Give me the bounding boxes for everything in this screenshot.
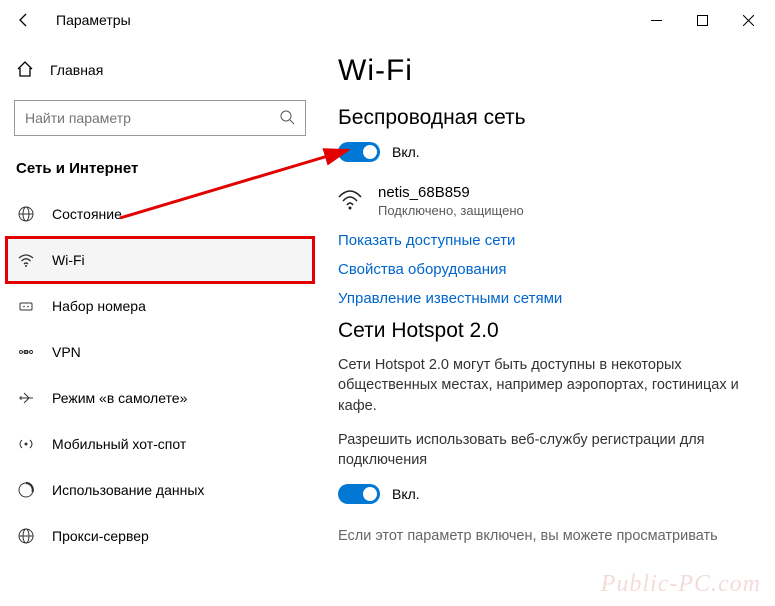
nav-label: Прокси-сервер (52, 528, 149, 544)
hotspot-description: Сети Hotspot 2.0 могут быть доступны в н… (338, 355, 755, 416)
datausage-icon (16, 481, 36, 499)
permit-label: Разрешить использовать веб-службу регист… (338, 430, 755, 471)
proxy-icon (16, 527, 36, 545)
network-name: netis_68B859 (378, 184, 524, 201)
minimize-button[interactable] (633, 1, 679, 39)
section-title: Сеть и Интернет (6, 154, 314, 191)
nav-label: Режим «в самолете» (52, 390, 187, 406)
vpn-icon (16, 343, 36, 361)
hotspot-toggle[interactable] (338, 484, 380, 504)
search-input[interactable] (25, 110, 279, 126)
nav-label: Мобильный хот-спот (52, 436, 186, 452)
watermark: Public-PC.com (601, 571, 761, 598)
maximize-button[interactable] (679, 1, 725, 39)
home-icon (16, 60, 34, 81)
nav-label: Использование данных (52, 482, 204, 498)
sidebar: Главная Сеть и Интернет Состояние Wi-Fi … (0, 40, 320, 606)
back-button[interactable] (4, 0, 44, 40)
close-button[interactable] (725, 1, 771, 39)
hotspot-subheading: Сети Hotspot 2.0 (338, 319, 755, 343)
link-show-networks[interactable]: Показать доступные сети (338, 232, 755, 249)
window-title: Параметры (56, 12, 131, 28)
hotspot-toggle-label: Вкл. (392, 486, 420, 502)
nav-vpn[interactable]: VPN (6, 329, 314, 375)
airplane-icon (16, 389, 36, 407)
nav-proxy[interactable]: Прокси-сервер (6, 513, 314, 559)
content-pane: Wi-Fi Беспроводная сеть Вкл. netis_68B85… (320, 40, 775, 606)
link-hardware-props[interactable]: Свойства оборудования (338, 261, 755, 278)
dialup-icon (16, 297, 36, 315)
nav-label: VPN (52, 344, 81, 360)
nav-airplane[interactable]: Режим «в самолете» (6, 375, 314, 421)
wifi-toggle[interactable] (338, 142, 380, 162)
wireless-subheading: Беспроводная сеть (338, 106, 755, 130)
tail-text: Если этот параметр включен, вы можете пр… (338, 526, 755, 546)
wifi-signal-icon (338, 188, 364, 215)
current-network[interactable]: netis_68B859 Подключено, защищено (338, 184, 755, 218)
nav-label: Набор номера (52, 298, 146, 314)
hotspot-icon (16, 435, 36, 453)
search-icon (279, 109, 295, 128)
nav-dialup[interactable]: Набор номера (6, 283, 314, 329)
nav-status[interactable]: Состояние (6, 191, 314, 237)
network-status: Подключено, защищено (378, 203, 524, 218)
home-nav[interactable]: Главная (6, 50, 314, 90)
search-box[interactable] (14, 100, 306, 136)
wifi-toggle-label: Вкл. (392, 144, 420, 160)
wifi-icon (16, 251, 36, 269)
nav-label: Wi-Fi (52, 252, 85, 268)
nav-wifi[interactable]: Wi-Fi (6, 237, 314, 283)
link-manage-known[interactable]: Управление известными сетями (338, 290, 755, 307)
nav-hotspot[interactable]: Мобильный хот-спот (6, 421, 314, 467)
nav-list: Состояние Wi-Fi Набор номера VPN Режим «… (6, 191, 314, 559)
globe-icon (16, 205, 36, 223)
nav-label: Состояние (52, 206, 122, 222)
nav-datausage[interactable]: Использование данных (6, 467, 314, 513)
home-label: Главная (50, 62, 103, 78)
page-heading: Wi-Fi (338, 54, 755, 88)
